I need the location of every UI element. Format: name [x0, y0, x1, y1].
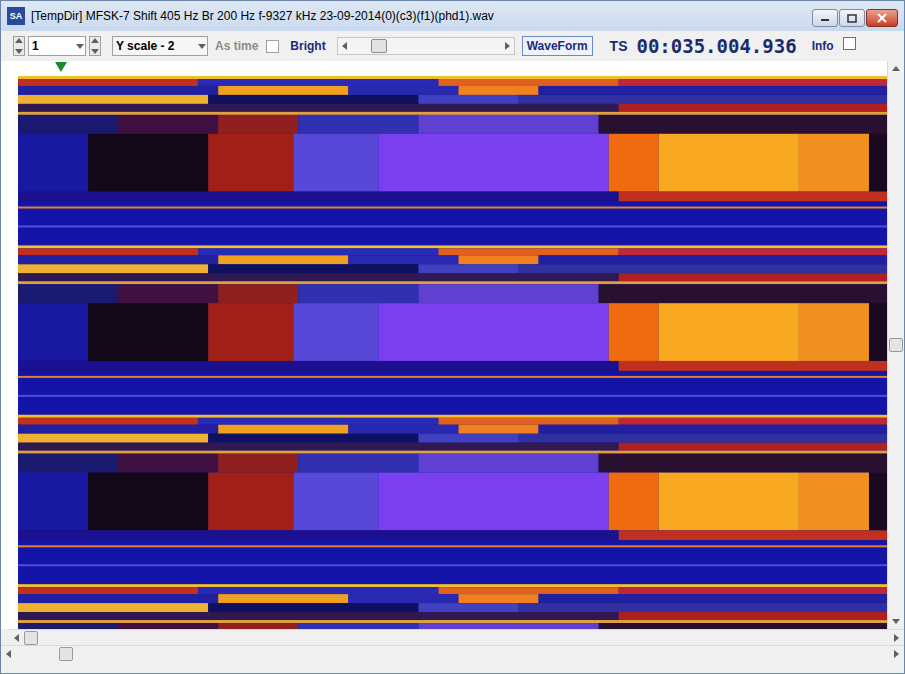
- analyzer-window: SA [TempDir] MFSK-7 Shift 405 Hz Br 200 H…: [0, 0, 905, 674]
- toolbar: 1 Y scale - 2 As time Bright WaveForm TS 00:03…: [1, 31, 904, 61]
- scroll-thumb[interactable]: [889, 338, 903, 352]
- spin-up-icon[interactable]: [90, 36, 100, 46]
- scroll-left-icon[interactable]: [4, 649, 14, 659]
- checkbox-option[interactable]: Bright: [290, 37, 325, 55]
- scroll-thumb[interactable]: [24, 631, 38, 645]
- timestamp: 00:035.004.936: [636, 32, 796, 61]
- info-checkbox[interactable]: [843, 37, 856, 50]
- channel-spinner[interactable]: [13, 36, 25, 56]
- close-button[interactable]: [866, 9, 898, 27]
- minimize-button[interactable]: [812, 9, 838, 27]
- checkbox-option[interactable]: As time: [215, 37, 279, 55]
- channel-select[interactable]: 1: [28, 36, 86, 56]
- dropdown-icon[interactable]: [75, 41, 85, 51]
- marker-icon[interactable]: [55, 62, 67, 72]
- position-slider[interactable]: [337, 37, 515, 55]
- checkbox[interactable]: [266, 40, 279, 53]
- close-icon: [877, 13, 887, 23]
- vertical-scrollbar[interactable]: [887, 61, 904, 629]
- phase-plot: [18, 76, 887, 629]
- maximize-button[interactable]: [839, 9, 865, 27]
- dropdown-icon[interactable]: [197, 41, 207, 51]
- marker-ruler: [18, 61, 887, 76]
- scroll-right-icon[interactable]: [891, 633, 901, 643]
- scroll-down-icon[interactable]: [891, 616, 901, 626]
- y-scale-select[interactable]: Y scale - 2: [112, 36, 208, 56]
- app-icon: SA: [7, 7, 25, 25]
- title-bar: SA [TempDir] MFSK-7 Shift 405 Hz Br 200 H…: [1, 1, 904, 31]
- scroll-up-icon[interactable]: [891, 64, 901, 74]
- slider-right-icon[interactable]: [502, 41, 512, 51]
- waveform-button[interactable]: WaveForm: [522, 36, 593, 56]
- info-label: Info: [812, 37, 834, 55]
- channel-spinner-2[interactable]: [89, 36, 101, 56]
- horizontal-scrollbar[interactable]: [9, 629, 904, 645]
- spin-up-icon[interactable]: [14, 36, 24, 46]
- spin-down-icon[interactable]: [14, 46, 24, 56]
- spin-down-icon[interactable]: [90, 46, 100, 56]
- window-title: [TempDir] MFSK-7 Shift 405 Hz Br 200 Hz …: [31, 7, 806, 25]
- horizontal-scrollbar-lower[interactable]: [1, 645, 904, 661]
- scroll-right-icon[interactable]: [891, 649, 901, 659]
- slider-left-icon[interactable]: [340, 41, 350, 51]
- phase-display[interactable]: [18, 76, 887, 629]
- scroll-left-icon[interactable]: [12, 633, 22, 643]
- maximize-icon: [847, 14, 857, 23]
- slider-thumb[interactable]: [371, 39, 387, 53]
- ts-label: TS: [610, 36, 628, 57]
- scroll-thumb[interactable]: [59, 647, 73, 661]
- minimize-icon: [820, 14, 830, 22]
